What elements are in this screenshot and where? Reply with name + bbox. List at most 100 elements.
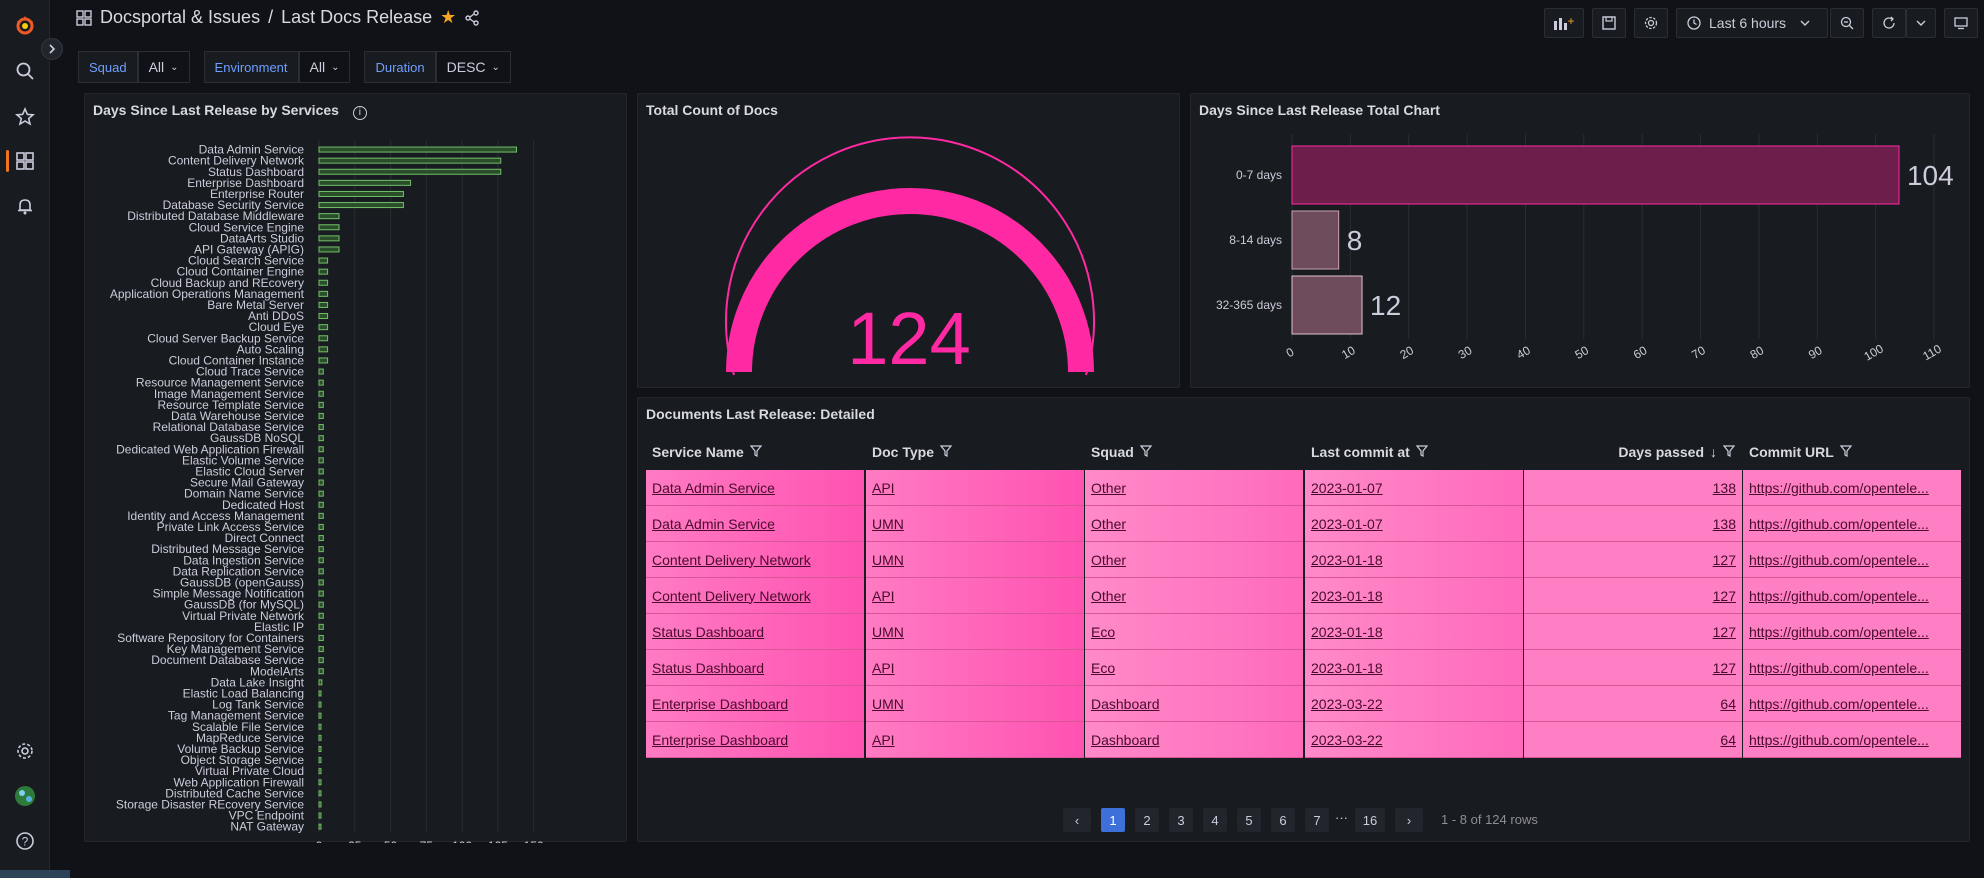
table-cell-link[interactable]: API (866, 578, 1084, 614)
table-cell-link[interactable]: 2023-01-18 (1305, 614, 1523, 650)
services-bar[interactable] (318, 512, 324, 519)
services-bar[interactable] (318, 779, 322, 786)
services-bar[interactable] (318, 457, 324, 464)
grafana-logo-icon[interactable] (12, 12, 38, 38)
page-button[interactable]: 5 (1237, 808, 1261, 832)
services-bar[interactable] (318, 823, 322, 830)
services-bar[interactable] (318, 523, 324, 530)
column-header[interactable]: Squad (1085, 434, 1304, 470)
services-bar[interactable] (318, 479, 324, 486)
dashboard-title[interactable]: Last Docs Release (281, 7, 432, 28)
table-cell-link[interactable]: 2023-01-18 (1305, 578, 1523, 614)
help-icon[interactable]: ? (12, 828, 38, 854)
page-button[interactable]: 4 (1203, 808, 1227, 832)
alerting-bell-icon[interactable] (12, 193, 38, 219)
table-cell-link[interactable]: https://github.com/opentele... (1743, 650, 1961, 686)
table-panel-title[interactable]: Documents Last Release: Detailed (646, 406, 875, 422)
table-cell-link[interactable]: https://github.com/opentele... (1743, 470, 1961, 506)
table-cell-link[interactable]: Content Delivery Network (646, 578, 864, 614)
table-cell-link[interactable]: https://github.com/opentele... (1743, 578, 1961, 614)
services-bar[interactable] (318, 468, 324, 475)
column-header[interactable]: Commit URL (1743, 434, 1962, 470)
table-cell-link[interactable]: https://github.com/opentele... (1743, 506, 1961, 542)
table-cell-link[interactable]: UMN (866, 686, 1084, 722)
services-bar[interactable] (318, 734, 322, 741)
dashboards-icon[interactable] (12, 148, 38, 174)
services-bar[interactable] (318, 623, 324, 630)
table-cell-link[interactable]: Eco (1085, 614, 1303, 650)
services-bar[interactable] (318, 679, 323, 686)
services-bar[interactable] (318, 290, 329, 297)
next-page-button[interactable]: › (1395, 808, 1423, 832)
services-bar[interactable] (318, 202, 404, 209)
services-bar[interactable] (318, 745, 322, 752)
services-bar[interactable] (318, 301, 329, 308)
table-cell-link[interactable]: Data Admin Service (646, 506, 864, 542)
services-bar[interactable] (318, 757, 322, 764)
services-bar[interactable] (318, 546, 324, 553)
services-bar[interactable] (318, 190, 404, 197)
page-button[interactable]: 7 (1305, 808, 1329, 832)
services-bar[interactable] (318, 612, 324, 619)
services-bar[interactable] (318, 801, 322, 808)
table-cell-link[interactable]: 2023-01-07 (1305, 470, 1523, 506)
table-cell-link[interactable]: UMN (866, 614, 1084, 650)
user-avatar[interactable] (12, 783, 38, 809)
filter-icon[interactable] (939, 444, 953, 460)
services-bar[interactable] (318, 246, 340, 253)
filter-icon[interactable] (1139, 444, 1153, 460)
services-bar[interactable] (318, 812, 322, 819)
services-bar[interactable] (318, 690, 322, 697)
column-header[interactable]: Doc Type (866, 434, 1085, 470)
table-cell-link[interactable]: 127 (1524, 650, 1742, 686)
zoom-out-button[interactable] (1830, 8, 1864, 38)
table-cell-link[interactable]: 2023-01-18 (1305, 650, 1523, 686)
column-header[interactable]: Last commit at (1305, 434, 1524, 470)
table-cell-link[interactable]: Status Dashboard (646, 650, 864, 686)
table-cell-link[interactable]: https://github.com/opentele... (1743, 542, 1961, 578)
filter-icon[interactable] (1415, 444, 1429, 460)
services-bar[interactable] (318, 590, 324, 597)
services-bar[interactable] (318, 179, 412, 186)
page-button[interactable]: 6 (1271, 808, 1295, 832)
services-bar[interactable] (318, 668, 324, 675)
services-bar[interactable] (318, 601, 324, 608)
tv-mode-button[interactable] (1944, 8, 1978, 38)
services-bar[interactable] (318, 790, 322, 797)
services-bar[interactable] (318, 579, 324, 586)
table-cell-link[interactable]: API (866, 470, 1084, 506)
services-bar[interactable] (318, 213, 340, 220)
var-duration-select[interactable]: DESC ⌄ (435, 51, 511, 83)
services-bar[interactable] (318, 490, 324, 497)
prev-page-button[interactable]: ‹ (1063, 808, 1091, 832)
services-bar[interactable] (318, 379, 324, 386)
table-cell-link[interactable]: Other (1085, 578, 1303, 614)
dashboard-settings-button[interactable] (1634, 8, 1668, 38)
services-bar[interactable] (318, 257, 329, 264)
services-bar[interactable] (318, 535, 324, 542)
table-cell-link[interactable]: 138 (1524, 470, 1742, 506)
table-cell-link[interactable]: Dashboard (1085, 722, 1303, 758)
services-bar[interactable] (318, 368, 324, 375)
services-bar[interactable] (318, 446, 324, 453)
table-cell-link[interactable]: API (866, 722, 1084, 758)
totals-bar[interactable] (1291, 145, 1900, 205)
totals-bar[interactable] (1291, 210, 1340, 270)
page-button[interactable]: 16 (1355, 808, 1385, 832)
table-cell-link[interactable]: https://github.com/opentele... (1743, 686, 1961, 722)
table-cell-link[interactable]: Status Dashboard (646, 614, 864, 650)
add-panel-button[interactable]: + (1544, 8, 1584, 38)
refresh-interval-dropdown[interactable] (1906, 8, 1936, 38)
table-cell-link[interactable]: https://github.com/opentele... (1743, 722, 1961, 758)
table-cell-link[interactable]: Other (1085, 470, 1303, 506)
table-cell-link[interactable]: UMN (866, 506, 1084, 542)
services-bar[interactable] (318, 723, 322, 730)
filter-icon[interactable] (749, 444, 763, 460)
services-bar[interactable] (318, 357, 329, 364)
settings-gear-icon[interactable] (12, 738, 38, 764)
table-cell-link[interactable]: Enterprise Dashboard (646, 686, 864, 722)
table-cell-link[interactable]: 64 (1524, 722, 1742, 758)
services-bar[interactable] (318, 435, 324, 442)
services-bar[interactable] (318, 768, 322, 775)
services-bar[interactable] (318, 401, 324, 408)
